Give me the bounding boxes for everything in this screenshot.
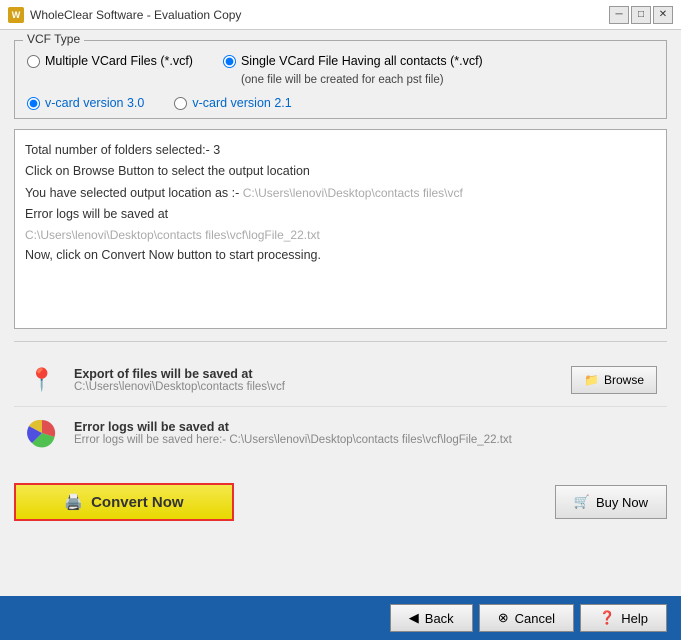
pie-chart-icon: [27, 418, 57, 448]
browse-folder-icon: 📁: [584, 373, 599, 387]
back-label: Back: [425, 611, 454, 626]
convert-now-label: Convert Now: [91, 494, 184, 511]
cancel-button[interactable]: ⊗ Cancel: [479, 604, 574, 632]
browse-button[interactable]: 📁 Browse: [571, 366, 657, 394]
error-icon: [24, 415, 60, 451]
single-vcf-option[interactable]: Single VCard File Having all contacts (*…: [223, 53, 483, 88]
log-line-2: Click on Browse Button to select the out…: [25, 161, 656, 182]
title-bar-title: WholeClear Software - Evaluation Copy: [30, 8, 241, 22]
info-section: 📍 Export of files will be saved at C:\Us…: [14, 350, 667, 463]
title-bar: W WholeClear Software - Evaluation Copy …: [0, 0, 681, 30]
log-line-5: Now, click on Convert Now button to star…: [25, 245, 656, 266]
error-info-text: Error logs will be saved at Error logs w…: [74, 420, 657, 446]
help-button[interactable]: ❓ Help: [580, 604, 667, 632]
multiple-vcf-option[interactable]: Multiple VCard Files (*.vcf): [27, 53, 193, 71]
pin-icon: 📍: [28, 367, 55, 393]
version-2-option[interactable]: v-card version 2.1: [174, 96, 291, 110]
vcf-options-row: Multiple VCard Files (*.vcf) Single VCar…: [27, 53, 654, 88]
help-icon: ❓: [599, 610, 615, 626]
error-row: Error logs will be saved at Error logs w…: [14, 407, 667, 459]
error-label: Error logs will be saved at: [74, 420, 657, 434]
error-path: Error logs will be saved here:- C:\Users…: [74, 434, 657, 446]
convert-row: 🖨️ Convert Now 🛒 Buy Now: [0, 473, 681, 531]
single-vcf-radio[interactable]: [223, 55, 236, 68]
version-3-label: v-card version 3.0: [45, 96, 144, 110]
single-vcf-label: Single VCard File Having all contacts (*…: [241, 53, 483, 88]
buy-now-button[interactable]: 🛒 Buy Now: [555, 485, 667, 519]
export-info-text: Export of files will be saved at C:\User…: [74, 367, 557, 393]
cancel-icon: ⊗: [498, 610, 509, 626]
export-icon: 📍: [24, 362, 60, 398]
version-2-radio[interactable]: [174, 97, 187, 110]
export-label: Export of files will be saved at: [74, 367, 557, 381]
multiple-vcf-radio[interactable]: [27, 55, 40, 68]
browse-label: Browse: [604, 373, 644, 387]
log-line-4: Error logs will be saved at: [25, 204, 656, 225]
export-path: C:\Users\lenovi\Desktop\contacts files\v…: [74, 381, 557, 393]
log-line-4-path: C:\Users\lenovi\Desktop\contacts files\v…: [25, 225, 656, 245]
vcf-type-legend: VCF Type: [23, 32, 84, 46]
minimize-button[interactable]: ─: [609, 6, 629, 24]
export-row: 📍 Export of files will be saved at C:\Us…: [14, 354, 667, 407]
app-icon: W: [8, 7, 24, 23]
log-line-3: You have selected output location as :- …: [25, 183, 656, 204]
back-button[interactable]: ◀ Back: [390, 604, 473, 632]
close-button[interactable]: ✕: [653, 6, 673, 24]
help-label: Help: [621, 611, 648, 626]
convert-icon: 🖨️: [64, 493, 83, 511]
vcf-version-row: v-card version 3.0 v-card version 2.1: [27, 96, 654, 110]
title-bar-controls: ─ □ ✕: [609, 6, 673, 24]
log-line-1: Total number of folders selected:- 3: [25, 140, 656, 161]
log-area: Total number of folders selected:- 3 Cli…: [14, 129, 667, 329]
main-window: VCF Type Multiple VCard Files (*.vcf) Si…: [0, 30, 681, 473]
title-bar-left: W WholeClear Software - Evaluation Copy: [8, 7, 241, 23]
back-icon: ◀: [409, 610, 419, 626]
cancel-label: Cancel: [515, 611, 555, 626]
convert-now-button[interactable]: 🖨️ Convert Now: [14, 483, 234, 521]
version-3-radio[interactable]: [27, 97, 40, 110]
version-3-option[interactable]: v-card version 3.0: [27, 96, 144, 110]
version-2-label: v-card version 2.1: [192, 96, 291, 110]
divider: [14, 341, 667, 342]
buy-now-label: Buy Now: [596, 495, 648, 510]
cart-icon: 🛒: [574, 494, 590, 510]
vcf-type-group: VCF Type Multiple VCard Files (*.vcf) Si…: [14, 40, 667, 119]
bottom-bar: ◀ Back ⊗ Cancel ❓ Help: [0, 596, 681, 640]
multiple-vcf-label: Multiple VCard Files (*.vcf): [45, 53, 193, 71]
maximize-button[interactable]: □: [631, 6, 651, 24]
